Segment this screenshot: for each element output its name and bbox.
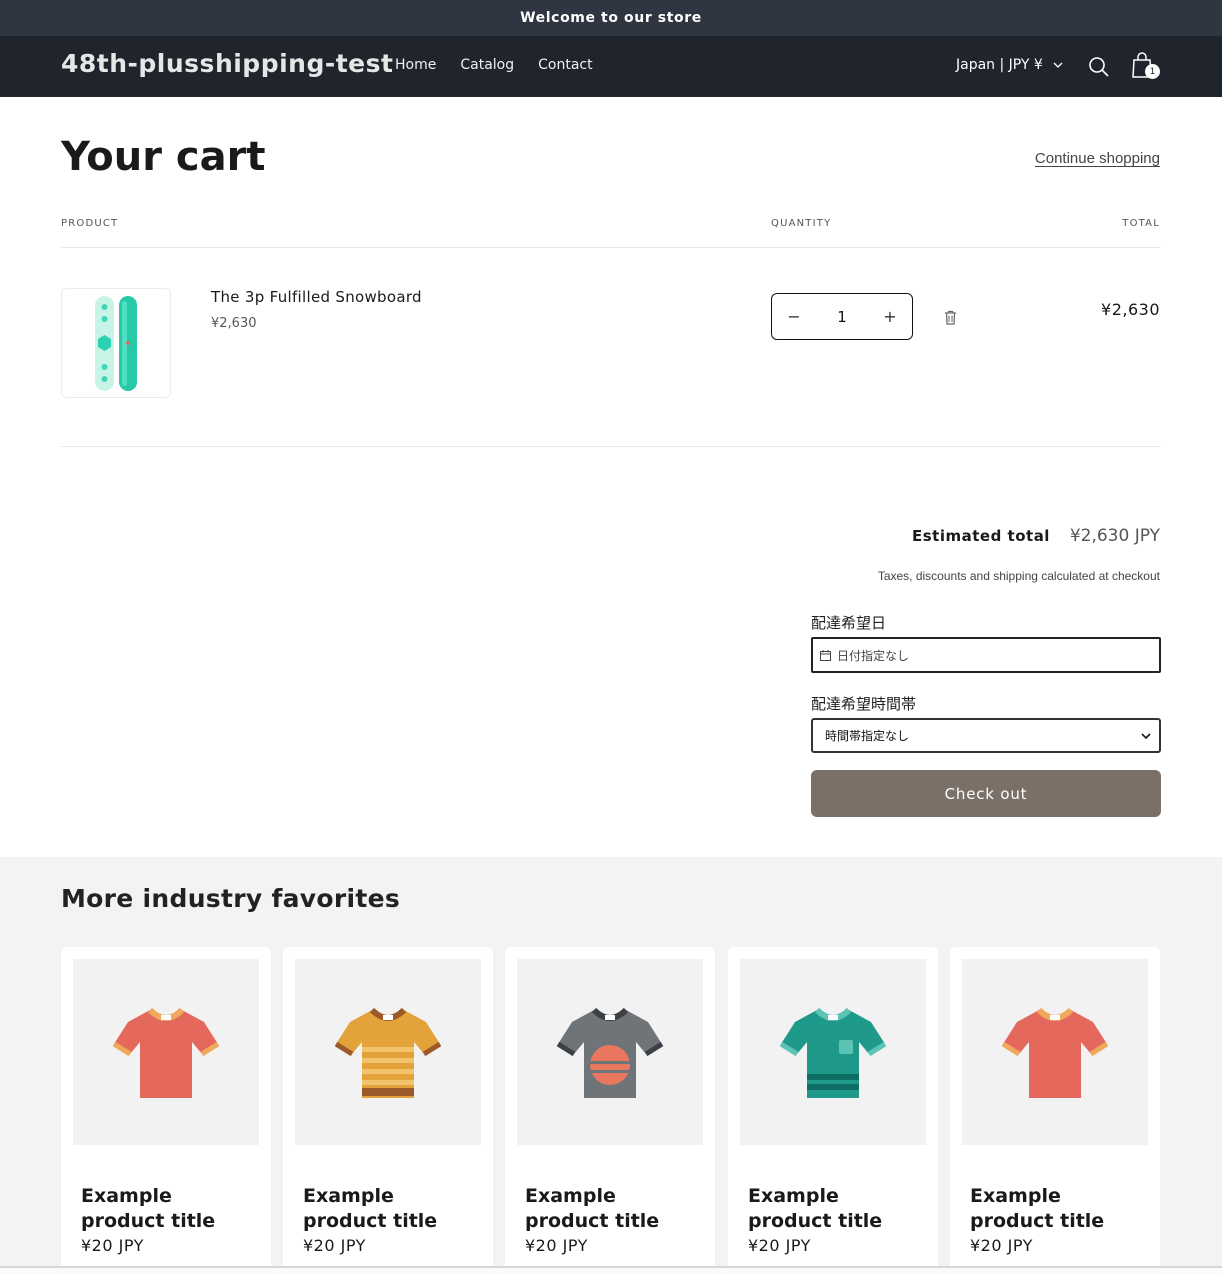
product-card-title[interactable]: Example product title	[970, 1184, 1150, 1234]
column-header-total: TOTAL	[1122, 218, 1160, 229]
product-card-title[interactable]: Example product title	[81, 1184, 261, 1234]
decrease-quantity-button[interactable]: −	[786, 307, 802, 326]
cart-count-badge: 1	[1145, 64, 1160, 79]
product-card-image[interactable]	[517, 959, 703, 1145]
nav-catalog[interactable]: Catalog	[460, 57, 514, 73]
page-title: Your cart	[61, 134, 266, 180]
t-shirt-icon	[334, 1007, 442, 1098]
product-card-price: ¥20 JPY	[81, 1236, 144, 1255]
product-card-price: ¥20 JPY	[303, 1236, 366, 1255]
locale-label: Japan | JPY ¥	[956, 57, 1043, 73]
product-card-title[interactable]: Example product title	[525, 1184, 705, 1234]
delivery-time-select[interactable]: 時間帯指定なし	[811, 718, 1161, 753]
product-card[interactable]: Example product title ¥20 JPY	[61, 947, 271, 1274]
line-item-total: ¥2,630	[1101, 300, 1160, 319]
product-name-link[interactable]: The 3p Fulfilled Snowboard	[211, 288, 422, 306]
product-card-price: ¥20 JPY	[525, 1236, 588, 1255]
estimated-total-value: ¥2,630 JPY	[1069, 526, 1160, 546]
nav-home[interactable]: Home	[395, 57, 436, 73]
recommendations-title: More industry favorites	[61, 884, 401, 913]
snowboard-image	[95, 296, 137, 391]
store-logo[interactable]: 48th-plusshipping-test	[61, 49, 393, 78]
quantity-stepper: − 1 +	[771, 293, 913, 340]
product-card-image[interactable]	[73, 959, 259, 1145]
delivery-time-selected: 時間帯指定なし	[825, 729, 910, 743]
calendar-icon	[820, 649, 831, 661]
locale-selector[interactable]: Japan | JPY ¥	[956, 57, 1063, 73]
chevron-down-icon	[1053, 62, 1063, 68]
t-shirt-icon	[779, 1007, 887, 1098]
nav-contact[interactable]: Contact	[538, 57, 592, 73]
continue-shopping-link[interactable]: Continue shopping	[1035, 150, 1160, 167]
announcement-bar: Welcome to our store	[0, 0, 1222, 36]
product-card[interactable]: Example product title ¥20 JPY	[950, 947, 1160, 1274]
announcement-text: Welcome to our store	[520, 10, 702, 26]
product-card-image[interactable]	[295, 959, 481, 1145]
divider	[61, 446, 1161, 447]
t-shirt-icon	[112, 1007, 220, 1098]
delivery-time-label: 配達希望時間帯	[811, 695, 917, 713]
product-unit-price: ¥2,630	[211, 316, 257, 331]
quantity-input[interactable]: 1	[837, 308, 847, 326]
main-nav: Home Catalog Contact	[395, 57, 593, 73]
t-shirt-icon	[556, 1007, 664, 1098]
t-shirt-icon	[1001, 1007, 1109, 1098]
product-card-price: ¥20 JPY	[748, 1236, 811, 1255]
column-header-quantity: QUANTITY	[771, 218, 832, 229]
product-card-image[interactable]	[740, 959, 926, 1145]
estimated-total-label: Estimated total	[912, 527, 1050, 545]
product-card[interactable]: Example product title ¥20 JPY	[283, 947, 493, 1274]
column-header-product: PRODUCT	[61, 218, 119, 229]
delivery-date-label: 配達希望日	[811, 614, 887, 632]
delivery-date-placeholder: 日付指定なし	[837, 648, 910, 663]
trash-icon[interactable]	[943, 309, 958, 326]
site-header: 48th-plusshipping-test Home Catalog Cont…	[0, 36, 1222, 97]
checkout-button[interactable]: Check out	[811, 770, 1161, 817]
delivery-date-input[interactable]: 日付指定なし	[811, 637, 1161, 673]
tax-note: Taxes, discounts and shipping calculated…	[877, 569, 1160, 583]
product-card-price: ¥20 JPY	[970, 1236, 1033, 1255]
divider	[61, 247, 1161, 248]
chevron-down-icon	[1141, 732, 1151, 739]
product-card[interactable]: Example product title ¥20 JPY	[505, 947, 715, 1274]
search-icon[interactable]	[1088, 56, 1110, 78]
increase-quantity-button[interactable]: +	[882, 307, 898, 326]
product-card-title[interactable]: Example product title	[303, 1184, 483, 1234]
product-card-title[interactable]: Example product title	[748, 1184, 928, 1234]
product-thumbnail[interactable]	[61, 288, 171, 398]
product-card[interactable]: Example product title ¥20 JPY	[728, 947, 938, 1274]
bottom-overlay-strip	[0, 1266, 1222, 1274]
product-card-image[interactable]	[962, 959, 1148, 1145]
